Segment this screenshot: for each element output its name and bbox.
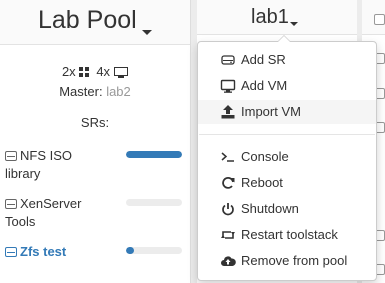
pool-panel: Lab Pool 2x 4x Master: lab2 SRs: NFS ISO… [0,0,191,283]
menu-item-label: Reboot [241,175,283,190]
menu-item-restart-toolstack[interactable]: Restart toolstack [198,223,376,247]
menu-item-label: Shutdown [241,201,299,216]
host-header[interactable]: lab1 [197,0,357,35]
hdd-icon [5,151,17,161]
sr-item-nfs-iso-library[interactable]: NFS ISO library [5,147,85,183]
menu-item-label: Restart toolstack [241,227,338,242]
power-icon [220,197,236,221]
sr-usage-fill [126,247,135,254]
menu-item-label: Console [241,149,289,164]
sr-item-xenserver-tools[interactable]: XenServer Tools [5,195,95,231]
sr-usage-bar [126,247,182,254]
menu-item-label: Import VM [241,104,301,119]
pool-master: Master: lab2 [0,84,190,99]
vm-list-header [362,0,385,35]
menu-item-import-vm[interactable]: Import VM [198,100,376,124]
menu-item-label: Remove from pool [241,253,348,268]
sr-usage-bar [126,199,182,206]
menu-item-add-vm[interactable]: Add VM [198,74,376,98]
hdd-icon [5,199,17,209]
menu-item-label: Add VM [241,78,288,93]
menu-item-console[interactable]: Console [198,145,376,169]
hdd-icon [220,48,236,72]
upload-icon [220,100,236,124]
terminal-icon [220,145,236,169]
master-value[interactable]: lab2 [106,84,131,99]
sr-usage-bar [126,151,182,158]
chevron-down-icon[interactable] [142,30,152,35]
master-label: Master: [59,84,103,99]
monitor-icon [114,67,129,78]
vm-count: 4x [96,64,111,79]
cpu-count: 2x [61,64,76,79]
sr-usage-fill [126,151,182,158]
menu-item-label: Add SR [241,52,286,67]
menu-item-shutdown[interactable]: Shutdown [198,197,376,221]
menu-item-add-sr[interactable]: Add SR [198,48,376,72]
sr-name: Zfs test [20,244,67,259]
sr-item-zfs-test[interactable]: Zfs test [5,243,115,261]
menu-item-remove-from-pool[interactable]: Remove from pool [198,249,376,273]
host-actions-menu: Add SR Add VM Import VM Console Reboot S… [197,35,377,281]
pool-title[interactable]: Lab Pool [38,6,137,35]
cloud-upload-icon [220,249,236,273]
hdd-icon [5,247,17,257]
chevron-down-icon[interactable] [290,22,298,26]
select-checkbox[interactable] [374,14,385,25]
pool-host-counts: 2x 4x [0,64,190,79]
menu-divider [199,134,375,135]
srs-heading: SRs: [80,115,110,130]
th-large-icon [78,67,89,77]
retweet-icon [220,223,236,247]
host-title[interactable]: lab1 [251,6,289,29]
refresh-icon [220,171,236,195]
monitor-icon [220,74,236,98]
pool-header[interactable]: Lab Pool [0,0,190,45]
menu-item-reboot[interactable]: Reboot [198,171,376,195]
